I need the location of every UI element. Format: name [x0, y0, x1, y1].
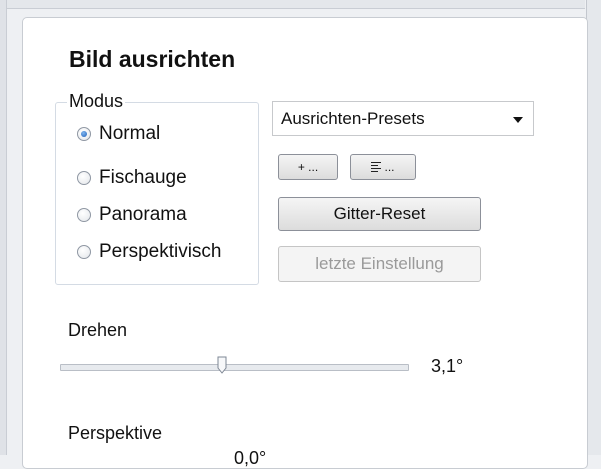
last-setting-button-label: letzte Einstellung [315, 254, 444, 273]
presets-dropdown[interactable]: Ausrichten-Presets [272, 101, 534, 136]
chevron-down-icon [513, 117, 523, 123]
list-icon [371, 162, 382, 172]
right-window-edge [586, 0, 601, 455]
panel-title: Bild ausrichten [69, 46, 236, 72]
grid-reset-button[interactable]: Gitter-Reset [278, 197, 481, 231]
mode-option-perspective[interactable]: Perspektivisch [77, 240, 222, 264]
rotate-value: 3,1° [431, 356, 464, 376]
left-window-edge [0, 0, 7, 455]
radio-unchecked-icon[interactable] [77, 171, 91, 185]
perspective-value: 0,0° [234, 448, 267, 468]
mode-group-legend: Modus [67, 91, 126, 112]
rotate-label: Drehen [68, 320, 128, 340]
mode-option-label: Panorama [99, 204, 187, 225]
mode-option-normal[interactable]: Normal [77, 122, 160, 146]
mode-option-fisheye[interactable]: Fischauge [77, 166, 187, 190]
radio-unchecked-icon[interactable] [77, 245, 91, 259]
last-setting-button[interactable]: letzte Einstellung [278, 246, 481, 282]
radio-checked-icon[interactable] [77, 127, 91, 141]
mode-option-label: Perspektivisch [99, 241, 222, 262]
manage-presets-button[interactable]: ... [350, 154, 416, 180]
rotate-slider-track[interactable] [60, 364, 409, 371]
radio-unchecked-icon[interactable] [77, 208, 91, 222]
grid-reset-button-label: Gitter-Reset [333, 204, 426, 223]
manage-presets-button-label: ... [384, 160, 395, 174]
perspective-label: Perspektive [68, 423, 163, 443]
top-window-edge [7, 0, 585, 9]
add-preset-button-label: + ... [297, 160, 319, 174]
mode-option-label: Fischauge [99, 167, 187, 188]
mode-option-panorama[interactable]: Panorama [77, 203, 187, 227]
mode-option-label: Normal [99, 123, 161, 144]
rotate-slider-thumb[interactable] [217, 356, 227, 374]
add-preset-button[interactable]: + ... [278, 154, 338, 180]
presets-dropdown-value: Ausrichten-Presets [281, 108, 425, 128]
